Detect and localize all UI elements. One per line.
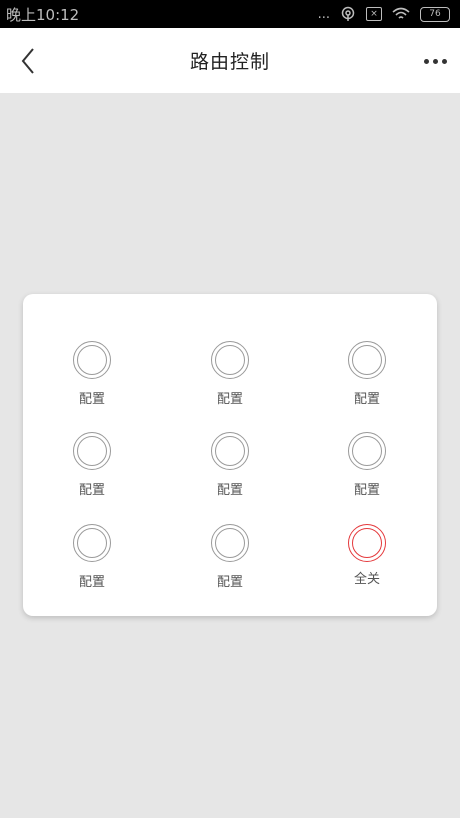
wifi-icon (392, 7, 410, 19)
config-button-7[interactable]: 配置 (32, 524, 152, 594)
more-button[interactable] (420, 50, 450, 72)
config-button-1[interactable]: 配置 (32, 341, 152, 411)
config-label: 配置 (216, 575, 243, 590)
all-off-button[interactable]: 全关 (307, 524, 427, 594)
config-label: 配置 (78, 392, 105, 407)
page-title: 路由控制 (189, 51, 270, 73)
ring-icon (211, 524, 249, 562)
ring-active-icon (348, 524, 386, 562)
more-dot-icon (432, 58, 438, 64)
config-button-5[interactable]: 配置 (170, 432, 290, 502)
config-button-6[interactable]: 配置 (307, 432, 427, 502)
ring-icon (73, 432, 111, 470)
config-label: 配置 (353, 392, 380, 407)
config-button-2[interactable]: 配置 (170, 341, 290, 411)
back-button[interactable] (14, 45, 42, 77)
route-control-card: 配置 配置 配置 配置 配置 配置 配置 配置 全关 (23, 294, 437, 616)
chevron-left-icon (21, 48, 34, 74)
ring-icon (211, 341, 249, 379)
ring-icon (348, 432, 386, 470)
ring-icon (73, 341, 111, 379)
config-label: 配置 (78, 483, 105, 498)
more-dot-icon (423, 58, 429, 64)
status-bar: 晚上10:12 ... × 76 (0, 0, 460, 28)
config-button-8[interactable]: 配置 (170, 524, 290, 594)
hotspot-icon (341, 6, 355, 21)
nav-bar: 路由控制 (0, 28, 460, 93)
battery-icon: 76 (420, 6, 450, 22)
config-button-3[interactable]: 配置 (307, 341, 427, 411)
config-label: 配置 (216, 483, 243, 498)
config-label: 配置 (353, 483, 380, 498)
status-icons: ... × 76 (318, 6, 450, 22)
ring-icon (348, 341, 386, 379)
more-dot-icon (441, 58, 447, 64)
ring-icon (211, 432, 249, 470)
all-off-label: 全关 (353, 572, 380, 587)
config-button-4[interactable]: 配置 (32, 432, 152, 502)
status-dots: ... (317, 6, 330, 22)
ring-icon (73, 524, 111, 562)
sim-icon: × (366, 7, 382, 21)
config-label: 配置 (78, 575, 105, 590)
config-label: 配置 (216, 392, 243, 407)
status-time: 晚上10:12 (6, 5, 80, 24)
